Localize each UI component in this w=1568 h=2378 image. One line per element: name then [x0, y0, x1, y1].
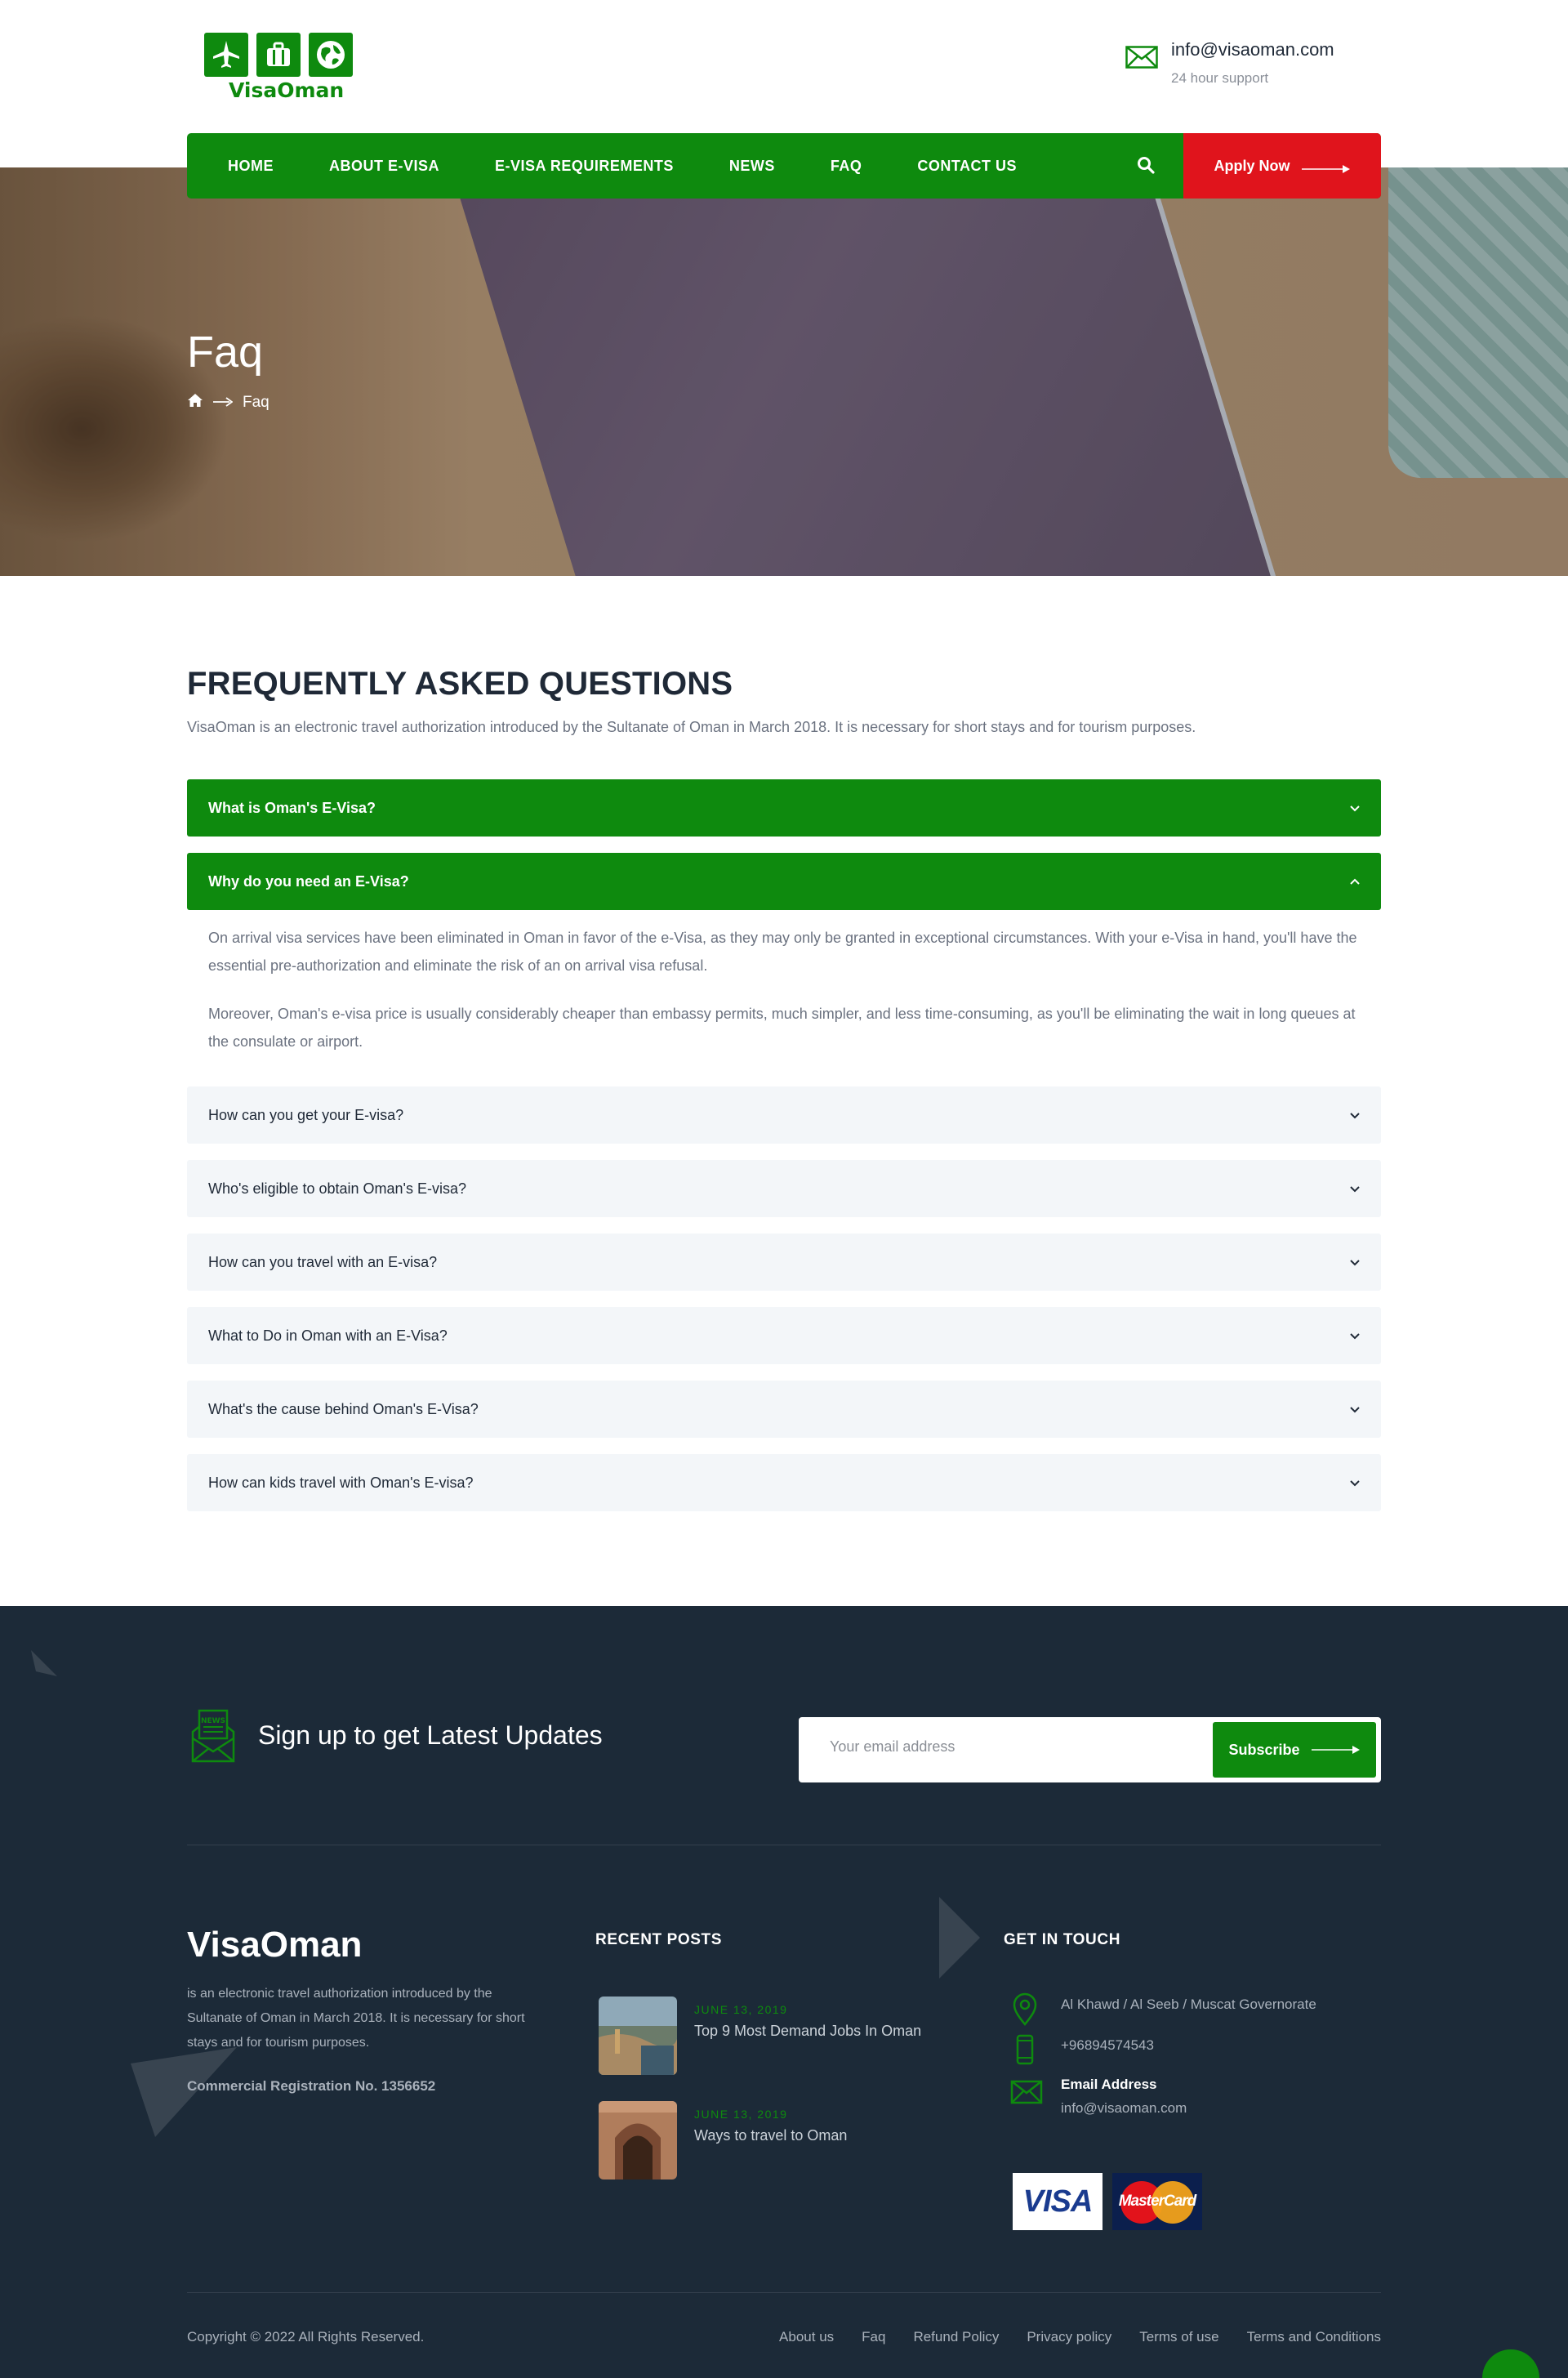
faq-question: What is Oman's E-Visa?	[208, 799, 376, 816]
faq-question: How can you travel with an E-visa?	[208, 1253, 438, 1270]
faq-item-why-need-evisa[interactable]: Why do you need an E-Visa?	[187, 853, 1381, 910]
post-thumbnail[interactable]	[599, 2101, 677, 2179]
envelope-icon	[1010, 2073, 1043, 2110]
footer-bottom-divider	[187, 2292, 1381, 2293]
mastercard-logo: MasterCard	[1112, 2173, 1202, 2230]
header-email[interactable]: info@visaoman.com	[1171, 39, 1334, 60]
breadcrumb-current: Faq	[243, 394, 270, 411]
site-logo[interactable]: VisaOman	[204, 33, 368, 106]
faq-heading: FREQUENTLY ASKED QUESTIONS	[187, 666, 733, 702]
faq-question: What to Do in Oman with an E-Visa?	[208, 1327, 448, 1344]
newsletter-title: Sign up to get Latest Updates	[258, 1720, 603, 1750]
scroll-to-top-button[interactable]	[1482, 2349, 1539, 2378]
recent-posts-title: RECENT POSTS	[595, 1931, 722, 1948]
post-date: JUNE 13, 2019	[694, 2003, 788, 2016]
logo-icons	[204, 33, 368, 77]
faq-item-who-eligible[interactable]: Who's eligible to obtain Oman's E-visa?	[187, 1160, 1381, 1217]
newsletter-email-input[interactable]	[830, 1738, 1173, 1756]
chevron-down-icon	[1348, 1182, 1361, 1195]
nav-item-faq[interactable]: FAQ	[831, 158, 862, 175]
page-hero: Faq Faq	[0, 167, 1568, 576]
phone-icon	[1010, 2032, 1040, 2071]
copyright-text: Copyright © 2022 All Rights Reserved.	[187, 2329, 425, 2345]
arrow-right-icon	[1301, 161, 1351, 173]
faq-question: Why do you need an E-Visa?	[208, 872, 409, 890]
faq-item-kids-travel[interactable]: How can kids travel with Oman's E-visa?	[187, 1454, 1381, 1511]
site-footer: NEWS Sign up to get Latest Updates Subsc…	[0, 1606, 1568, 2378]
faq-item-how-get-evisa[interactable]: How can you get your E-visa?	[187, 1086, 1381, 1144]
newsletter-form: Subscribe	[799, 1717, 1381, 1782]
recent-post-item[interactable]: JUNE 13, 2019 Top 9 Most Demand Jobs In …	[599, 1997, 950, 2075]
main-navigation: HOME ABOUT E-VISA E-VISA REQUIREMENTS NE…	[187, 133, 1381, 199]
address-text: Al Khawd / Al Seeb / Muscat Governorate	[1061, 1997, 1316, 2012]
faq-item-how-travel[interactable]: How can you travel with an E-visa?	[187, 1234, 1381, 1291]
footer-brand: VisaOman	[187, 1925, 363, 1965]
footer-link-terms-and-conditions[interactable]: Terms and Conditions	[1247, 2329, 1381, 2345]
nav-item-news[interactable]: NEWS	[729, 158, 775, 175]
subscribe-button[interactable]: Subscribe	[1213, 1722, 1376, 1778]
footer-registration: Commercial Registration No. 1356652	[187, 2078, 436, 2094]
nav-menu: HOME ABOUT E-VISA E-VISA REQUIREMENTS NE…	[228, 133, 1017, 199]
breadcrumb-arrow-icon	[213, 394, 234, 412]
faq-item-what-to-do[interactable]: What to Do in Oman with an E-Visa?	[187, 1307, 1381, 1364]
footer-link-about-us[interactable]: About us	[779, 2329, 834, 2345]
chevron-down-icon	[1348, 1256, 1361, 1269]
footer-description: is an electronic travel authorization in…	[187, 1987, 525, 2050]
chevron-up-icon	[1348, 875, 1361, 888]
faq-question: How can you get your E-visa?	[208, 1106, 404, 1123]
arrow-right-icon	[1311, 1742, 1361, 1759]
faq-item-what-is-evisa[interactable]: What is Oman's E-Visa?	[187, 779, 1381, 837]
chevron-down-icon	[1348, 1476, 1361, 1489]
faq-intro: VisaOman is an electronic travel authori…	[187, 719, 1196, 735]
faq-answer-paragraph: Moreover, Oman's e-visa price is usually…	[208, 1006, 1356, 1050]
home-icon[interactable]	[187, 393, 203, 413]
faq-item-cause-behind[interactable]: What's the cause behind Oman's E-Visa?	[187, 1381, 1381, 1438]
visa-card-logo: VISA	[1013, 2173, 1102, 2230]
email-label: Email Address	[1061, 2077, 1157, 2092]
chevron-down-icon	[1348, 1109, 1361, 1122]
footer-link-faq[interactable]: Faq	[862, 2329, 885, 2345]
footer-link-terms-of-use[interactable]: Terms of use	[1139, 2329, 1218, 2345]
recent-post-item[interactable]: JUNE 13, 2019 Ways to travel to Oman	[599, 2101, 950, 2179]
decorative-triangle-icon	[31, 1650, 57, 1676]
apply-now-label: Apply Now	[1214, 157, 1290, 174]
luggage-icon	[256, 33, 301, 77]
globe-icon	[309, 33, 353, 77]
post-title[interactable]: Ways to travel to Oman	[694, 2127, 847, 2144]
get-in-touch-title: GET IN TOUCH	[1004, 1931, 1121, 1948]
faq-question: Who's eligible to obtain Oman's E-visa?	[208, 1180, 467, 1197]
newsletter-icon: NEWS	[189, 1709, 237, 1769]
footer-links: About us Faq Refund Policy Privacy polic…	[779, 2329, 1381, 2345]
logo-text: VisaOman	[229, 78, 345, 102]
decorative-chevron-icon	[939, 1897, 980, 1979]
subscribe-label: Subscribe	[1228, 1741, 1300, 1758]
email-text[interactable]: info@visaoman.com	[1061, 2100, 1187, 2117]
post-thumbnail[interactable]	[599, 1997, 677, 2075]
chevron-down-icon	[1348, 1329, 1361, 1342]
chevron-down-icon	[1348, 801, 1361, 814]
faq-question: What's the cause behind Oman's E-Visa?	[208, 1400, 479, 1417]
nav-item-contact-us[interactable]: CONTACT US	[917, 158, 1017, 175]
faq-question: How can kids travel with Oman's E-visa?	[208, 1474, 474, 1491]
nav-item-evisa-requirements[interactable]: E-VISA REQUIREMENTS	[495, 158, 674, 175]
breadcrumb: Faq	[187, 393, 270, 413]
phone-text[interactable]: +96894574543	[1061, 2037, 1154, 2054]
page-title: Faq	[187, 328, 264, 377]
faq-answer-paragraph: On arrival visa services have been elimi…	[208, 930, 1357, 974]
search-icon[interactable]	[1137, 156, 1156, 176]
nav-item-home[interactable]: HOME	[228, 158, 274, 175]
post-date: JUNE 13, 2019	[694, 2108, 788, 2121]
post-title[interactable]: Top 9 Most Demand Jobs In Oman	[694, 2023, 921, 2040]
airplane-icon	[204, 33, 248, 77]
nav-item-about-evisa[interactable]: ABOUT E-VISA	[329, 158, 439, 175]
chevron-down-icon	[1348, 1403, 1361, 1416]
footer-link-privacy-policy[interactable]: Privacy policy	[1027, 2329, 1111, 2345]
footer-link-refund-policy[interactable]: Refund Policy	[913, 2329, 999, 2345]
payment-methods: VISA MasterCard	[1013, 2173, 1202, 2230]
map-pin-icon	[1010, 1992, 1040, 2030]
apply-now-button[interactable]: Apply Now	[1183, 133, 1381, 199]
svg-text:NEWS: NEWS	[201, 1717, 225, 1725]
envelope-icon	[1125, 46, 1158, 73]
header-support-text: 24 hour support	[1171, 70, 1269, 86]
